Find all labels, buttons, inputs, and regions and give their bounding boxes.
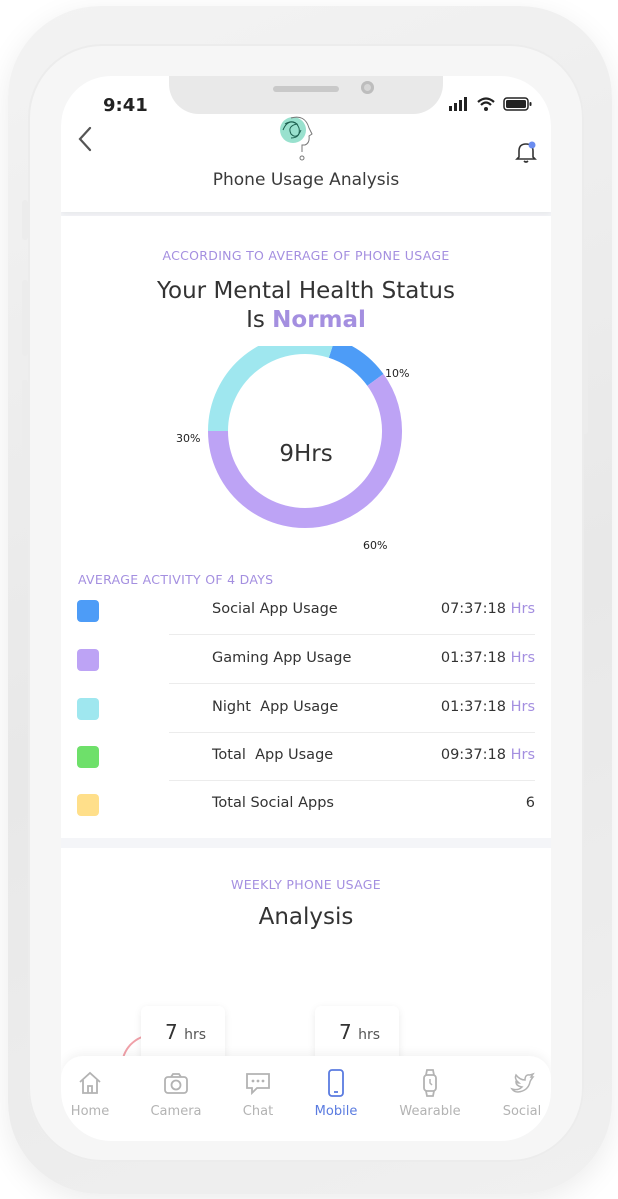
slice-label-night: 30% [176, 432, 201, 445]
hours-value: 7 hrs [165, 1020, 206, 1044]
nav-label: Chat [242, 1104, 274, 1119]
nav-mobile[interactable]: Mobile [301, 1068, 371, 1119]
status-icons [449, 96, 533, 115]
nav-camera[interactable]: Camera [141, 1068, 211, 1119]
donut-slice-night [208, 346, 333, 432]
value-text: 01:37:18 [440, 699, 506, 715]
wifi-icon [477, 96, 495, 115]
usage-donut-chart: 10% 60% 30% 9Hrs [61, 346, 551, 566]
hours-unit: hrs [184, 1027, 207, 1043]
brain-head-icon [280, 116, 313, 161]
phone-screen: 9:41 Phone Usage Analysis ACCORDING TO A… [61, 76, 551, 1141]
row-label: Gaming App Usage [212, 650, 352, 666]
activity-row: Gaming App Usage 01:37:18 Hrs [77, 636, 535, 684]
hours-number: 7 [339, 1020, 352, 1044]
activity-row: Social App Usage 07:37:18 Hrs [77, 587, 535, 635]
value-text: 07:37:18 [440, 601, 506, 617]
row-label: Social App Usage [212, 601, 338, 617]
front-camera [361, 81, 374, 94]
row-value: 6 [526, 795, 535, 811]
nav-label: Camera [150, 1104, 202, 1119]
legend-swatch [77, 746, 99, 768]
chevron-left-icon [78, 126, 92, 152]
slice-label-social: 10% [385, 367, 410, 380]
value-unit: Hrs [510, 699, 535, 715]
donut-slice-social [328, 346, 384, 387]
summary-caption: ACCORDING TO AVERAGE OF PHONE USAGE [162, 248, 450, 263]
signal-icon [449, 96, 469, 115]
bottom-nav: Home Camera Chat Mobile Wearable Social [61, 1056, 551, 1141]
slice-label-gaming: 60% [363, 539, 388, 552]
legend-swatch [77, 698, 99, 720]
app-header: 9:41 Phone Usage Analysis [61, 76, 551, 212]
status-value-line: Is Normal [61, 307, 551, 333]
hours-unit: hrs [358, 1027, 381, 1043]
camera-icon [164, 1073, 188, 1094]
activity-row: Total Social Apps 6 [77, 781, 535, 829]
speaker [273, 86, 339, 92]
weekly-title: Analysis [258, 904, 354, 930]
value-unit: Hrs [510, 601, 535, 617]
battery-icon [503, 96, 533, 115]
row-label: Total App Usage [212, 747, 334, 763]
row-divider [169, 634, 535, 635]
mobile-icon [328, 1069, 344, 1097]
nav-label: Wearable [399, 1104, 461, 1119]
nav-label: Mobile [314, 1104, 358, 1119]
twitter-icon [510, 1072, 535, 1093]
value-text: 09:37:18 [440, 747, 506, 763]
value-unit: Hrs [510, 747, 535, 763]
nav-chat[interactable]: Chat [223, 1068, 293, 1119]
legend-swatch [77, 649, 99, 671]
status-is: Is [246, 307, 265, 333]
weekly-caption: WEEKLY PHONE USAGE [231, 877, 381, 892]
donut-center-label: 9Hrs [279, 441, 333, 467]
app-logo [273, 114, 323, 170]
silent-switch [22, 200, 28, 240]
value-unit: Hrs [510, 650, 535, 666]
row-value: 09:37:18 Hrs [441, 747, 535, 763]
row-value: 07:37:18 Hrs [441, 601, 535, 617]
activity-row: Night App Usage 01:37:18 Hrs [77, 685, 535, 733]
nav-wearable[interactable]: Wearable [395, 1068, 465, 1119]
home-icon [79, 1071, 101, 1094]
nav-social[interactable]: Social [487, 1068, 551, 1119]
status-heading: Your Mental Health Status [157, 278, 455, 304]
nav-label: Home [70, 1104, 110, 1119]
activity-title: AVERAGE ACTIVITY OF 4 DAYS [78, 572, 274, 587]
legend-swatch [77, 794, 99, 816]
summary-card: ACCORDING TO AVERAGE OF PHONE USAGE Your… [61, 216, 551, 838]
page-title: Phone Usage Analysis [212, 170, 400, 190]
row-label: Night App Usage [212, 699, 339, 715]
activity-row: Total App Usage 09:37:18 Hrs [77, 733, 535, 781]
volume-up-button [22, 280, 28, 356]
notch [169, 76, 443, 114]
chat-icon [246, 1073, 270, 1096]
row-value: 01:37:18 Hrs [441, 650, 535, 666]
back-button[interactable] [75, 126, 95, 156]
volume-down-button [22, 380, 28, 456]
status-time: 9:41 [103, 95, 148, 116]
hours-number: 7 [165, 1020, 178, 1044]
value-text: 01:37:18 [440, 650, 506, 666]
legend-swatch [77, 600, 99, 622]
row-value: 01:37:18 Hrs [441, 699, 535, 715]
row-divider [169, 683, 535, 684]
notification-button[interactable] [515, 140, 537, 168]
watch-icon [423, 1069, 437, 1097]
value-text: 6 [525, 795, 535, 811]
hours-value: 7 hrs [339, 1020, 380, 1044]
power-button [582, 308, 588, 434]
nav-label: Social [502, 1104, 542, 1119]
bell-icon [515, 141, 537, 163]
status-value: Normal [272, 307, 366, 333]
nav-home[interactable]: Home [61, 1068, 125, 1119]
row-label: Total Social Apps [212, 795, 334, 811]
